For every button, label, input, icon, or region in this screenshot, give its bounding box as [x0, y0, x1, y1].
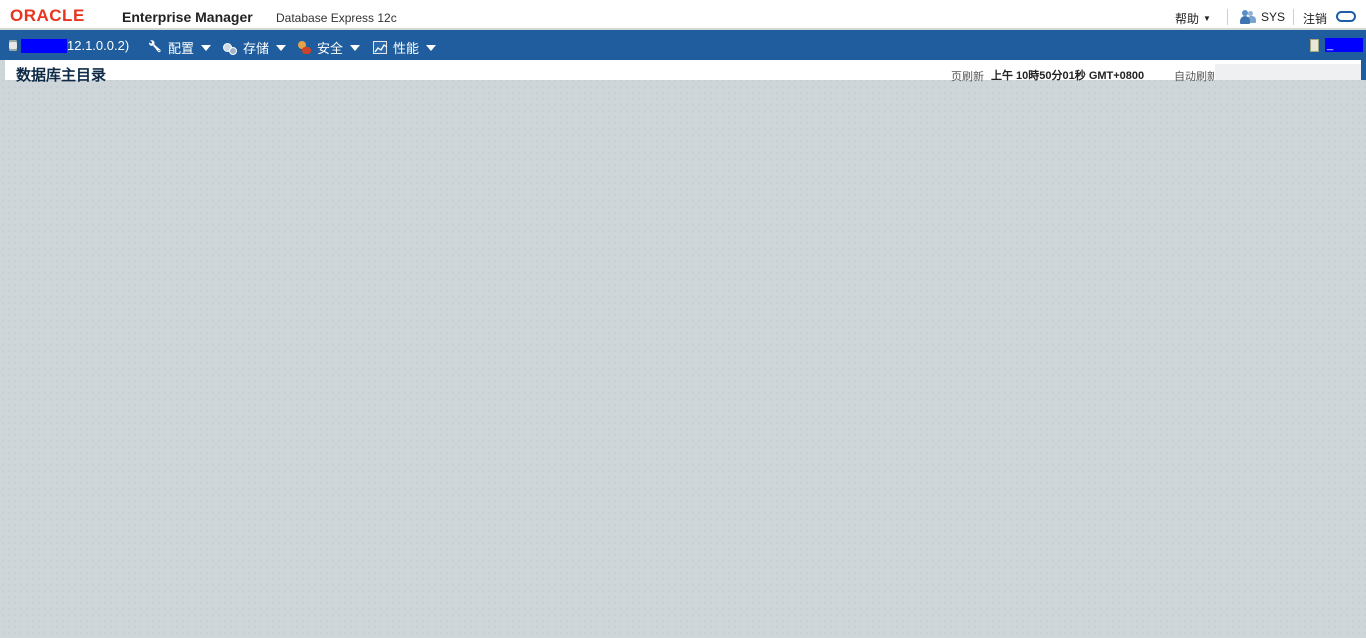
- top-header: ORACLE Enterprise Manager Database Expre…: [0, 0, 1366, 29]
- chevron-down-icon: ▼: [1203, 14, 1211, 23]
- divider: [1293, 9, 1294, 25]
- menu-performance[interactable]: 性能: [373, 38, 437, 57]
- oracle-logo: ORACLE: [10, 6, 85, 25]
- page-icon: [1310, 38, 1319, 52]
- menu-storage-label: 存储: [243, 41, 270, 56]
- logout-link[interactable]: 注销: [1303, 10, 1327, 27]
- page-title-bar: 数据库主目录 页刷新 上午 10時50分01秒 GMT+0800 自动刷新: [5, 60, 1361, 84]
- auto-refresh-select[interactable]: [1215, 64, 1361, 80]
- navigation-bar: 12.1.0.0.2) 配置 存储 安全 性能 _: [0, 30, 1366, 60]
- users-icon: [1240, 10, 1256, 24]
- security-icon: [297, 41, 311, 54]
- chevron-down-icon: [276, 44, 287, 51]
- redacted-instance: _: [1325, 38, 1363, 52]
- menu-security-label: 安全: [317, 41, 344, 56]
- storage-icon: [223, 41, 237, 55]
- oracle-o-icon: [1336, 11, 1356, 22]
- redacted-db-name: [21, 38, 67, 53]
- scrollbar[interactable]: [1361, 60, 1366, 80]
- chevron-down-icon: [201, 44, 212, 51]
- help-label: 帮助: [1175, 12, 1200, 26]
- chevron-down-icon: [350, 44, 361, 51]
- menu-configuration-label: 配置: [168, 41, 195, 56]
- content-area: [0, 80, 1366, 638]
- divider: [1227, 9, 1228, 25]
- database-icon: [9, 40, 17, 51]
- product-subtitle: Database Express 12c: [276, 11, 397, 25]
- chevron-down-icon: [426, 44, 437, 51]
- help-menu[interactable]: 帮助 ▼: [1175, 10, 1211, 27]
- performance-icon: [373, 41, 388, 54]
- menu-security[interactable]: 安全: [297, 38, 361, 57]
- wrench-icon: [148, 41, 162, 54]
- menu-performance-label: 性能: [393, 41, 420, 56]
- menu-storage[interactable]: 存储: [223, 38, 287, 57]
- database-selector[interactable]: 12.1.0.0.2): [9, 38, 129, 53]
- navbar-right-tools[interactable]: _: [1310, 38, 1363, 52]
- product-name: Enterprise Manager: [122, 9, 253, 25]
- user-menu[interactable]: SYS: [1240, 10, 1285, 24]
- menu-configuration[interactable]: 配置: [148, 38, 212, 57]
- database-version: 12.1.0.0.2): [67, 38, 130, 53]
- user-name: SYS: [1261, 10, 1286, 24]
